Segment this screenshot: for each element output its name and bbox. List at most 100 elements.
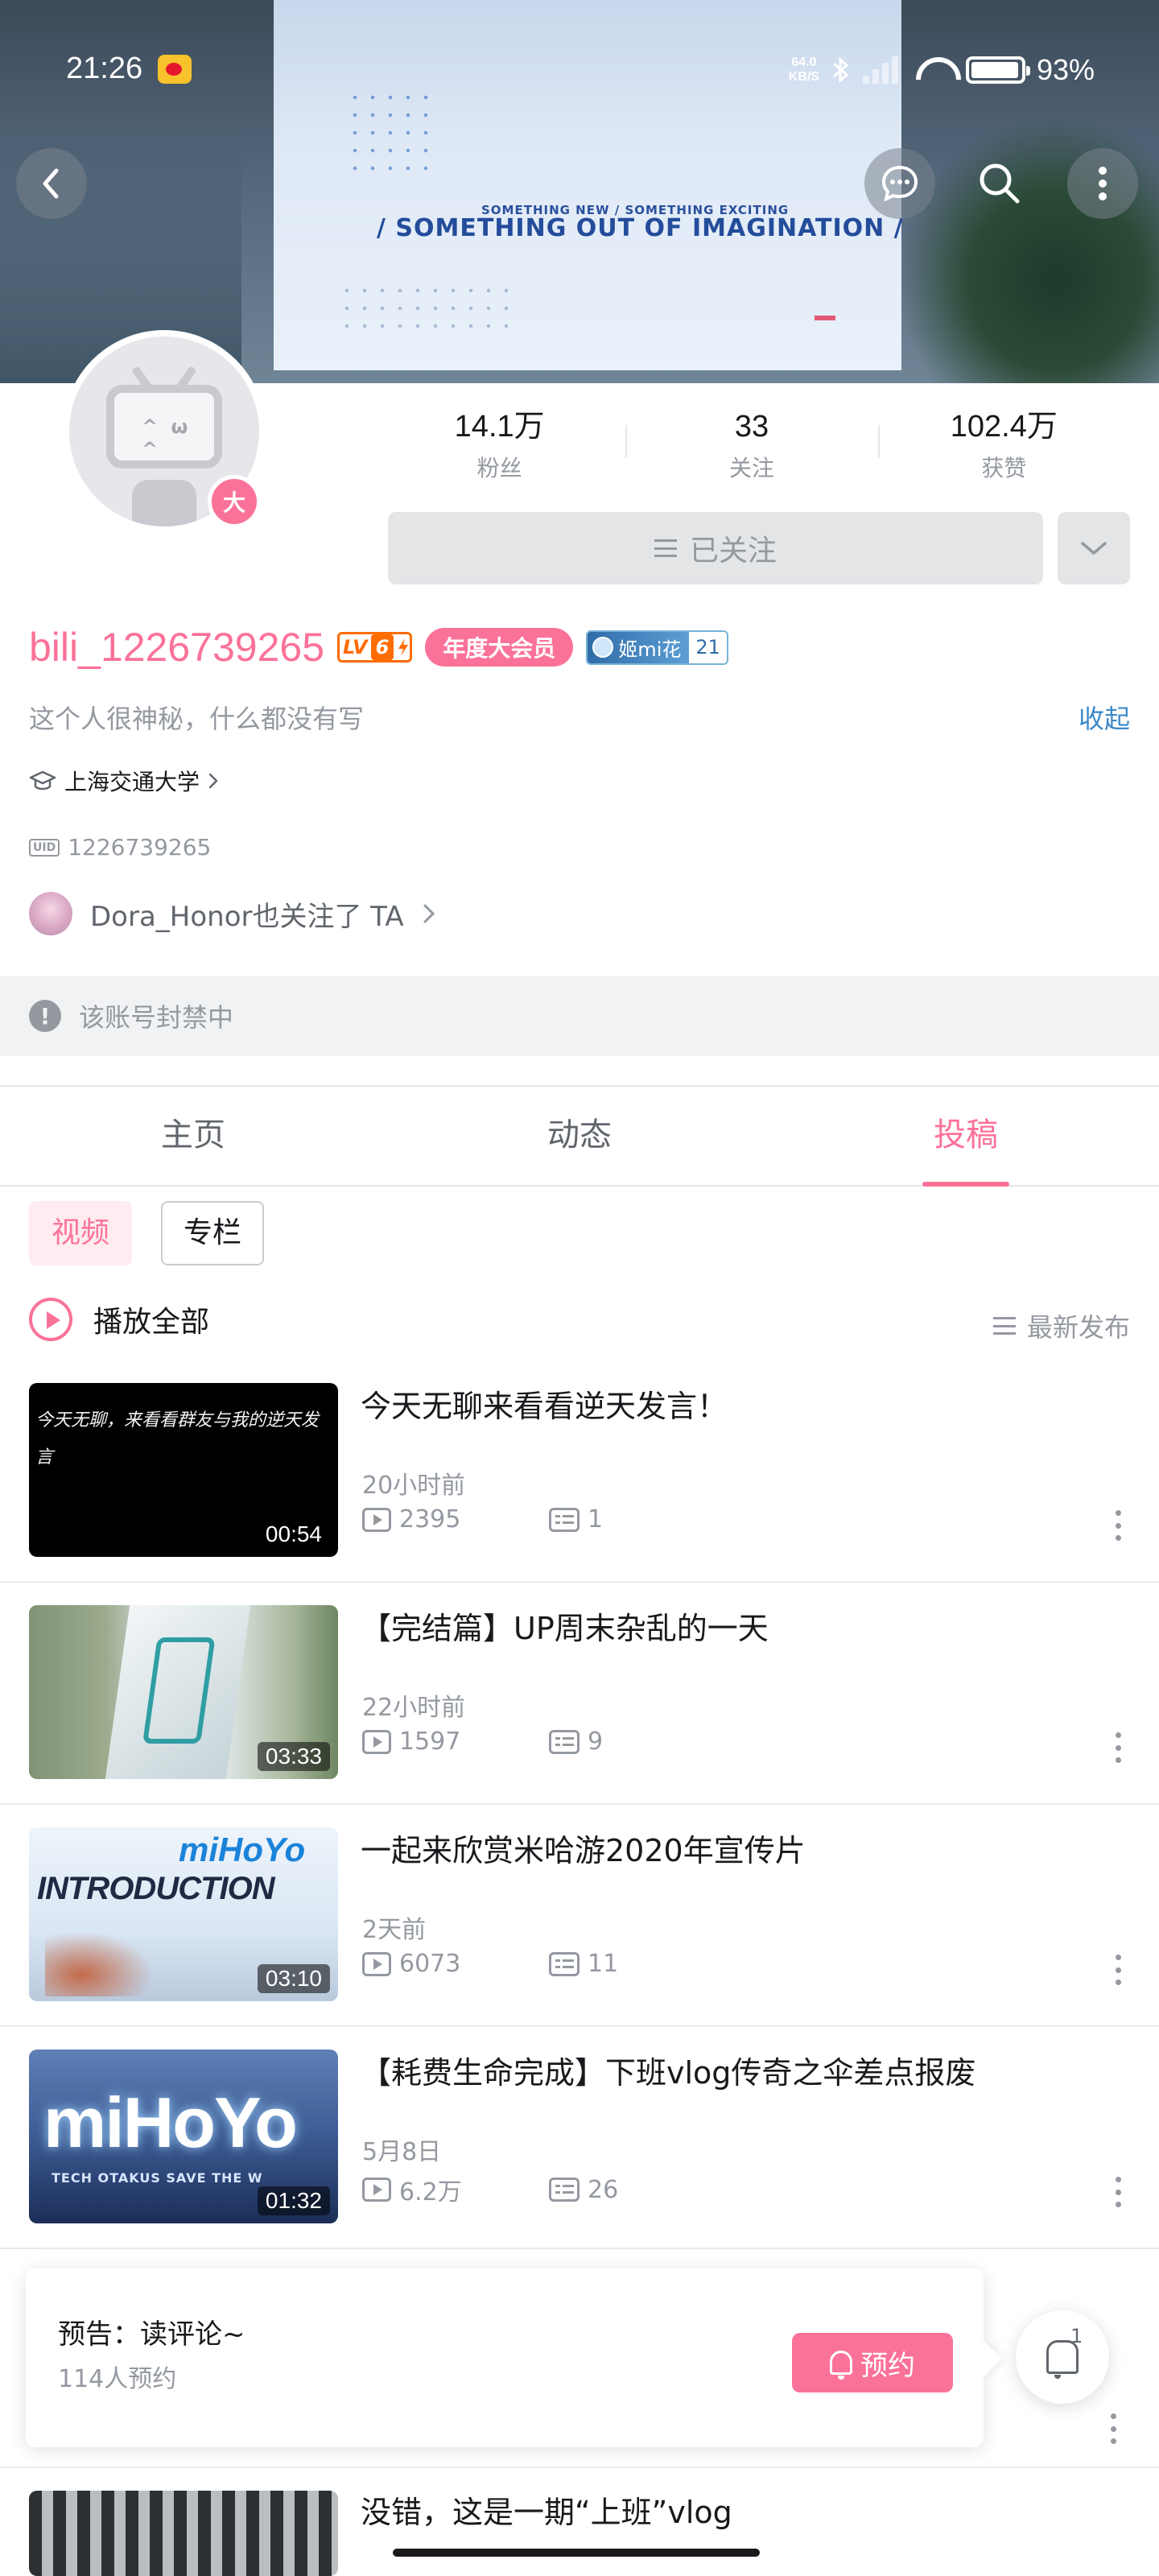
video-duration: 00:54: [257, 1520, 330, 1549]
sort-lines-icon: [992, 1317, 1016, 1335]
avatar-body: [132, 480, 196, 526]
danmaku-icon: [549, 1507, 580, 1532]
danmaku-icon: [549, 1729, 580, 1754]
video-item[interactable]: 今天无聊，来看看群友与我的逆天发言 00:54 今天无聊来看看逆天发言！ 20小…: [0, 1360, 1159, 1583]
collapse-link[interactable]: 收起: [1079, 699, 1130, 736]
fan-medal-level: 21: [689, 634, 727, 660]
thumbnail-graphic: [105, 1605, 251, 1779]
sort-button[interactable]: 最新发布: [992, 1307, 1130, 1344]
tab-dynamics[interactable]: 动态: [386, 1087, 773, 1185]
status-bar: 21:26 64.0 KB/S 93%: [0, 47, 1159, 95]
search-button[interactable]: [964, 148, 1035, 219]
banner-dots: [346, 89, 435, 177]
video-time: 20小时前: [362, 1472, 466, 1500]
video-meta: 6.2万 26: [362, 2172, 618, 2207]
video-thumbnail[interactable]: miHoYo TECH OTAKUS SAVE THE W 01:32: [29, 2050, 338, 2223]
sort-label: 最新发布: [1026, 1312, 1130, 1343]
followed-button[interactable]: 已关注: [388, 512, 1043, 584]
tab-uploads[interactable]: 投稿: [773, 1087, 1159, 1185]
more-options-button[interactable]: [1067, 148, 1138, 219]
name-row: bili_1226739265 LV 6 年度大会员 姬mi花 21: [29, 618, 728, 676]
thumbnail-text: 今天无聊，来看看群友与我的逆天发言: [35, 1410, 320, 1468]
uid-row[interactable]: UID 1226739265: [29, 834, 211, 861]
stat-following[interactable]: 33 关注: [625, 402, 877, 496]
fan-medal-name: 姬mi花: [618, 638, 682, 661]
subtab-article[interactable]: 专栏: [161, 1201, 265, 1265]
net-speed-unit: KB/S: [788, 70, 819, 84]
video-item[interactable]: miHoYo INTRODUCTION 03:10 一起来欣赏米哈游2020年宣…: [0, 1805, 1159, 2027]
chevron-down-icon: [1081, 542, 1107, 555]
video-thumbnail[interactable]: [29, 2491, 338, 2576]
video-more-button[interactable]: [1116, 1732, 1122, 1763]
username[interactable]: bili_1226739265: [29, 624, 324, 671]
video-item[interactable]: 没错，这是一期“上班”vlog: [0, 2468, 1159, 2576]
video-item[interactable]: 03:33 【完结篇】UP周末杂乱的一天 22小时前 1597 9: [0, 1583, 1159, 1805]
stat-value: 33: [734, 410, 769, 444]
video-more-button[interactable]: [1116, 1955, 1122, 1985]
video-more-button[interactable]: [1116, 1510, 1122, 1541]
signal-icon: [862, 56, 903, 84]
school-row[interactable]: 上海交通大学: [29, 765, 219, 797]
fan-medal[interactable]: 姬mi花 21: [586, 630, 728, 665]
medal-heart-icon: [592, 637, 614, 658]
net-speed: 64.0 KB/S: [789, 56, 819, 85]
stat-likes[interactable]: 102.4万 获赞: [877, 402, 1130, 496]
play-all-label: 播放全部: [93, 1306, 210, 1339]
reservation-card[interactable]: 预告：读评论~ 114人预约 预约: [26, 2268, 1002, 2447]
tab-home[interactable]: 主页: [0, 1087, 386, 1185]
video-thumbnail[interactable]: miHoYo INTRODUCTION 03:10: [29, 1827, 338, 2001]
reservation-bell-button[interactable]: 1: [1016, 2310, 1109, 2404]
play-count: 6.2万: [399, 2178, 462, 2207]
video-thumbnail[interactable]: 今天无聊，来看看群友与我的逆天发言 00:54: [29, 1383, 338, 1557]
video-meta: 1597 9: [362, 1728, 603, 1756]
subtab-video[interactable]: 视频: [29, 1201, 133, 1265]
annual-vip-badge[interactable]: 年度大会员: [425, 628, 574, 667]
mutual-follow-row[interactable]: Dora_Honor也关注了 TA: [29, 892, 436, 935]
stat-fans[interactable]: 14.1万 粉丝: [373, 402, 625, 496]
play-count: 2395: [399, 1505, 461, 1534]
followed-button-label: 已关注: [689, 535, 777, 568]
reserve-button[interactable]: 预约: [792, 2333, 953, 2392]
chevron-right-icon: [208, 773, 218, 789]
reservation-title: 预告：读评论~: [58, 2318, 245, 2351]
chevron-left-icon: [43, 168, 59, 199]
video-more-button[interactable]: [1111, 2413, 1117, 2444]
thumbnail-graphic: [45, 1924, 166, 1996]
expand-recommend-button[interactable]: [1058, 512, 1130, 584]
bio-text: 这个人很神秘，什么都没有写: [29, 704, 365, 734]
profile-tabs: 主页 动态 投稿: [0, 1085, 1159, 1187]
play-circle-icon: [29, 1298, 72, 1341]
play-count: 6073: [399, 1950, 461, 1978]
home-indicator[interactable]: [393, 2549, 760, 2557]
banner-big-text: / SOMETHING OUT OF IMAGINATION /: [377, 214, 904, 242]
thumbnail-brand: miHoYo: [179, 1831, 306, 1868]
big-vip-badge: 大: [208, 475, 261, 528]
play-count-icon: [362, 2178, 391, 2202]
danmaku-count: 1: [588, 1505, 604, 1534]
upload-subtabs: 视频 专栏: [29, 1201, 265, 1265]
play-all-button[interactable]: 播放全部: [29, 1298, 209, 1341]
uid-icon: UID: [29, 838, 60, 857]
video-item[interactable]: miHoYo TECH OTAKUS SAVE THE W 01:32 【耗费生…: [0, 2027, 1159, 2249]
danmaku-count: 26: [588, 2175, 619, 2204]
reservation-count: 114人预约: [58, 2365, 177, 2393]
uid-value: 1226739265: [68, 834, 212, 861]
level-badge: LV 6: [337, 632, 413, 663]
play-count: 1597: [399, 1728, 461, 1756]
kebab-menu-icon: [1099, 167, 1107, 200]
stat-label: 粉丝: [476, 455, 522, 481]
back-button[interactable]: [16, 148, 87, 219]
video-time: 2天前: [362, 1916, 427, 1944]
level-number: 6: [370, 634, 394, 660]
weibo-icon: [158, 55, 192, 84]
banner-decoration: [815, 316, 835, 320]
mutual-avatar: [29, 892, 72, 935]
message-button[interactable]: [864, 148, 935, 219]
video-more-button[interactable]: [1116, 2177, 1122, 2207]
danmaku-count: 11: [588, 1950, 619, 1978]
play-count-icon: [362, 1729, 391, 1754]
video-thumbnail[interactable]: 03:33: [29, 1605, 338, 1779]
video-title: 没错，这是一期“上班”vlog: [361, 2495, 732, 2530]
menu-lines-icon: [654, 539, 677, 557]
chevron-right-icon: [423, 904, 435, 923]
